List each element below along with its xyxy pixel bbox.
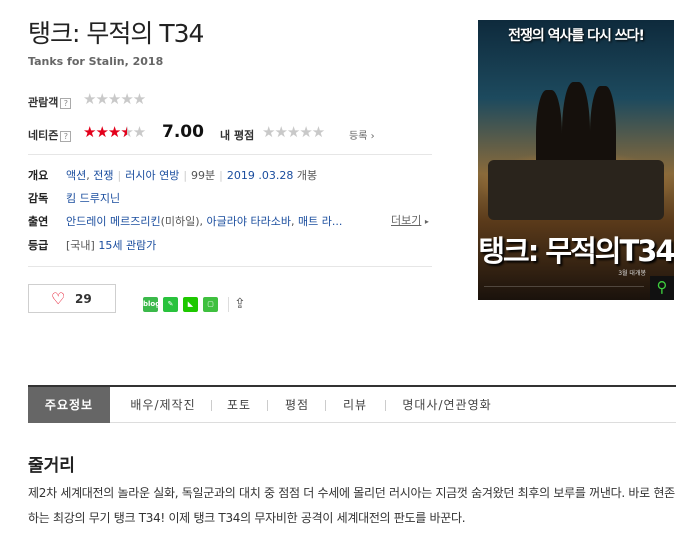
overview-values: 액션, 전쟁 | 러시아 연방 | 99분 | 2019 .03.28 개봉 (66, 169, 318, 182)
divider (28, 154, 432, 155)
cast-link[interactable]: 안드레이 메르즈리킨 (66, 215, 161, 228)
divider (267, 400, 268, 411)
netizen-score: 7.00 (162, 122, 204, 142)
cast-link[interactable]: 아글라야 타라소바 (207, 215, 291, 228)
release-date-link[interactable]: 2019 .03.28 (227, 169, 293, 182)
director-link[interactable]: 킴 드루지닌 (66, 192, 120, 205)
audience-stars: ★★★★★ (83, 90, 146, 108)
movie-poster[interactable]: 전쟁의 역사를 다시 쓰다! 탱크: 무적의T34 3월 대개봉 ⚲ (478, 20, 674, 300)
tab-photo[interactable]: 포토 (216, 387, 262, 423)
like-count: 29 (75, 292, 92, 306)
help-icon[interactable]: ? (60, 97, 72, 109)
tab-main-info[interactable]: 주요정보 (28, 387, 110, 423)
band-icon[interactable]: ✎ (163, 297, 178, 312)
netizen-rating-label: 네티즌? (28, 127, 72, 143)
divider (28, 266, 432, 267)
poster-credits (484, 286, 644, 294)
like-button[interactable]: ♡ 29 (28, 284, 116, 313)
movie-title: 탱크: 무적의 T34 (28, 19, 204, 48)
caret-right-icon: ▸ (424, 217, 429, 226)
more-cast-link[interactable]: 더보기 ▸ (391, 212, 429, 228)
grade-link[interactable]: 15세 관람가 (98, 239, 156, 252)
synopsis-heading: 줄거리 (28, 456, 75, 476)
cast-link[interactable]: 매트 라... (298, 215, 342, 228)
heart-icon: ♡ (51, 289, 66, 308)
tab-bar: 주요정보 배우/제작진 포토 평점 리뷰 명대사/연관영화 (28, 385, 676, 423)
register-rating-link[interactable]: 등록 › (349, 127, 375, 142)
poster-title: 탱크: 무적의T34 (478, 234, 674, 268)
tab-review[interactable]: 리뷰 (332, 387, 378, 423)
tab-quotes-related[interactable]: 명대사/연관영화 (392, 387, 502, 423)
divider (211, 400, 212, 411)
poster-tagline: 전쟁의 역사를 다시 쓰다! (508, 28, 645, 44)
runtime: 99분 (191, 169, 216, 182)
share-icon[interactable]: ⇪ (234, 296, 246, 312)
poster-date: 3월 대개봉 (618, 270, 646, 277)
grade-label: 등급 (28, 239, 49, 252)
cast-values: 안드레이 메르즈리킨(미하일), 아글라야 타라소바, 매트 라... (66, 215, 343, 228)
divider (385, 400, 386, 411)
genre-link[interactable]: 전쟁 (93, 169, 113, 182)
cast-role: (미하일) (160, 215, 200, 228)
genre-link[interactable]: 액션 (66, 169, 86, 182)
blog-icon[interactable]: blog (143, 297, 160, 312)
tab-cast-crew[interactable]: 배우/제작진 (118, 387, 208, 423)
my-rating-label: 내 평점 (220, 129, 255, 142)
poster-tank (488, 160, 664, 220)
tab-rating[interactable]: 평점 (274, 387, 320, 423)
director-value: 킴 드루지닌 (66, 190, 120, 206)
cafe-icon[interactable]: ▢ (203, 297, 218, 312)
movie-original-title: Tanks for Stalin, 2018 (28, 55, 164, 68)
release-suffix: 개봉 (296, 169, 318, 182)
grade-value: [국내] 15세 관람가 (66, 237, 156, 253)
help-icon[interactable]: ? (60, 130, 72, 142)
divider (325, 400, 326, 411)
director-label: 감독 (28, 192, 49, 205)
my-rating-stars[interactable]: ★★★★★ (262, 123, 325, 141)
overview-label: 개요 (28, 169, 49, 182)
naver-icon[interactable]: ◣ (183, 297, 198, 312)
country-link[interactable]: 러시아 연방 (125, 169, 179, 182)
grade-prefix: [국내] (66, 239, 95, 252)
cast-label: 출연 (28, 215, 49, 228)
synopsis-text: 제2차 세계대전의 놀라운 실화, 독일군과의 대치 중 점점 더 수세에 몰리… (28, 486, 675, 525)
zoom-icon[interactable]: ⚲ (650, 276, 674, 300)
divider (228, 297, 229, 312)
chevron-right-icon: › (370, 131, 375, 142)
netizen-stars: ★★★★★★ (83, 123, 146, 141)
audience-rating-label: 관람객? (28, 94, 72, 110)
